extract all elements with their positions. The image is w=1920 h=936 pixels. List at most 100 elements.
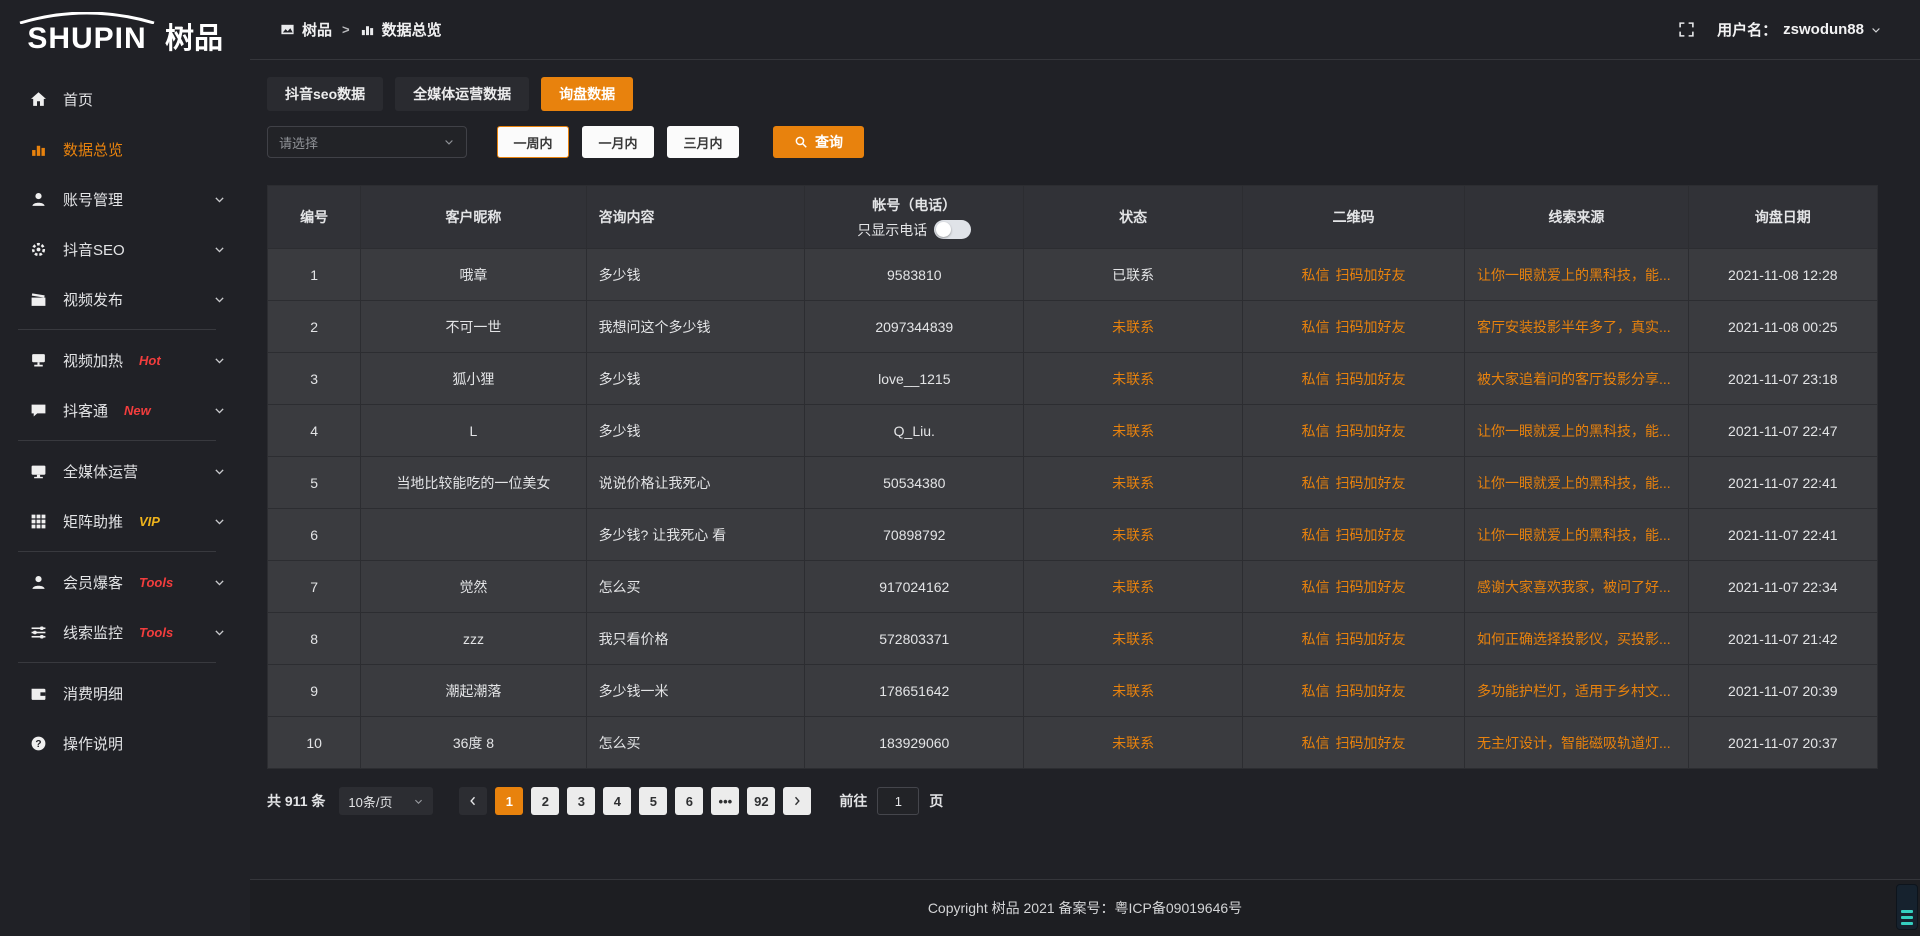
cell-source: 感谢大家喜欢我家，被问了好... bbox=[1465, 561, 1689, 612]
source-link[interactable]: 让你一眼就爱上的黑科技，能... bbox=[1477, 525, 1671, 545]
qr-scan-add-link[interactable]: 扫码加好友 bbox=[1336, 681, 1406, 701]
page-button-1[interactable]: 1 bbox=[495, 787, 523, 815]
phone-only-toggle[interactable] bbox=[934, 220, 971, 239]
sidebar-item-11[interactable]: 消费明细 bbox=[0, 668, 250, 718]
cell-account: 9583810 bbox=[805, 249, 1024, 300]
breadcrumb-item-1[interactable]: 数据总览 bbox=[360, 19, 442, 40]
cell-source: 让你一眼就爱上的黑科技，能... bbox=[1465, 249, 1689, 300]
sidebar-item-label: 抖客通 bbox=[63, 400, 108, 421]
pagination: 共 911 条10条/页123456•••92前往页 bbox=[267, 787, 1878, 815]
source-link[interactable]: 被大家追着问的客厅投影分享... bbox=[1477, 369, 1671, 389]
chart-icon bbox=[360, 22, 375, 37]
qr-scan-add-link[interactable]: 扫码加好友 bbox=[1336, 317, 1406, 337]
search-button-label: 查询 bbox=[815, 132, 843, 152]
sidebar-item-4[interactable]: 视频发布 bbox=[0, 274, 250, 324]
logo-shupin: SHUPIN bbox=[16, 12, 158, 54]
source-link[interactable]: 感谢大家喜欢我家，被问了好... bbox=[1477, 577, 1671, 597]
page-button-6[interactable]: 6 bbox=[675, 787, 703, 815]
cell-status: 未联系 bbox=[1024, 301, 1243, 352]
cell-source: 多功能护栏灯，适用于乡村文... bbox=[1465, 665, 1689, 716]
qr-private-msg-link[interactable]: 私信 bbox=[1302, 421, 1330, 441]
cell-source: 让你一眼就爱上的黑科技，能... bbox=[1465, 457, 1689, 508]
search-button[interactable]: 查询 bbox=[773, 126, 864, 158]
qr-scan-add-link[interactable]: 扫码加好友 bbox=[1336, 369, 1406, 389]
floating-widget[interactable] bbox=[1896, 884, 1918, 930]
user-menu[interactable]: 用户名： zswodun88 bbox=[1717, 19, 1882, 40]
qr-scan-add-link[interactable]: 扫码加好友 bbox=[1336, 265, 1406, 285]
sidebar-item-8[interactable]: 矩阵助推VIP bbox=[0, 496, 250, 546]
cell-source: 让你一眼就爱上的黑科技，能... bbox=[1465, 405, 1689, 456]
sidebar-item-7[interactable]: 全媒体运营 bbox=[0, 446, 250, 496]
breadcrumb-item-0[interactable]: 树品 bbox=[280, 19, 332, 40]
qr-private-msg-link[interactable]: 私信 bbox=[1302, 265, 1330, 285]
status-badge: 未联系 bbox=[1112, 525, 1154, 545]
logo[interactable]: SHUPIN 树品 bbox=[0, 0, 250, 58]
tab-1[interactable]: 全媒体运营数据 bbox=[395, 77, 529, 111]
qr-private-msg-link[interactable]: 私信 bbox=[1302, 317, 1330, 337]
cell-qrcode: 私信扫码加好友 bbox=[1243, 509, 1465, 560]
account-header-label: 帐号（电话） bbox=[872, 195, 956, 215]
photo-icon bbox=[280, 22, 295, 37]
page-button-92[interactable]: 92 bbox=[747, 787, 775, 815]
qr-scan-add-link[interactable]: 扫码加好友 bbox=[1336, 421, 1406, 441]
qr-private-msg-link[interactable]: 私信 bbox=[1302, 577, 1330, 597]
source-link[interactable]: 多功能护栏灯，适用于乡村文... bbox=[1477, 681, 1671, 701]
page-button-5[interactable]: 5 bbox=[639, 787, 667, 815]
cell-date: 2021-11-07 20:37 bbox=[1689, 717, 1877, 768]
cell-date: 2021-11-08 00:25 bbox=[1689, 301, 1877, 352]
qr-private-msg-link[interactable]: 私信 bbox=[1302, 733, 1330, 753]
period-button-1[interactable]: 一月内 bbox=[582, 126, 654, 158]
source-link[interactable]: 如何正确选择投影仪，买投影... bbox=[1477, 629, 1671, 649]
sidebar-item-0[interactable]: 首页 bbox=[0, 74, 250, 124]
period-button-0[interactable]: 一周内 bbox=[497, 126, 569, 158]
sidebar-item-10[interactable]: 线索监控Tools bbox=[0, 607, 250, 657]
goto-page-input[interactable] bbox=[877, 787, 919, 815]
cell-status: 未联系 bbox=[1024, 457, 1243, 508]
sidebar-item-1[interactable]: 数据总览 bbox=[0, 124, 250, 174]
page-button-2[interactable]: 2 bbox=[531, 787, 559, 815]
page-button-3[interactable]: 3 bbox=[567, 787, 595, 815]
cell-qrcode: 私信扫码加好友 bbox=[1243, 717, 1465, 768]
sidebar-item-12[interactable]: ?操作说明 bbox=[0, 718, 250, 768]
table-row: 3狐小狸多少钱love__1215未联系私信扫码加好友被大家追着问的客厅投影分享… bbox=[268, 352, 1877, 404]
qr-private-msg-link[interactable]: 私信 bbox=[1302, 369, 1330, 389]
cell-content: 怎么买 bbox=[587, 717, 806, 768]
cell-status: 未联系 bbox=[1024, 509, 1243, 560]
sidebar-item-2[interactable]: 账号管理 bbox=[0, 174, 250, 224]
source-link[interactable]: 无主灯设计，智能磁吸轨道灯... bbox=[1477, 733, 1671, 753]
source-link[interactable]: 让你一眼就爱上的黑科技，能... bbox=[1477, 473, 1671, 493]
source-link[interactable]: 让你一眼就爱上的黑科技，能... bbox=[1477, 421, 1671, 441]
sidebar-item-3[interactable]: 抖音SEO bbox=[0, 224, 250, 274]
page-button-4[interactable]: 4 bbox=[603, 787, 631, 815]
period-button-2[interactable]: 三月内 bbox=[667, 126, 739, 158]
page-size-select[interactable]: 10条/页 bbox=[339, 787, 433, 815]
cell-status: 未联系 bbox=[1024, 561, 1243, 612]
tab-0[interactable]: 抖音seo数据 bbox=[267, 77, 383, 111]
sidebar-item-9[interactable]: 会员爆客Tools bbox=[0, 557, 250, 607]
source-link[interactable]: 客厅安装投影半年多了，真实... bbox=[1477, 317, 1671, 337]
qr-scan-add-link[interactable]: 扫码加好友 bbox=[1336, 733, 1406, 753]
sidebar-item-5[interactable]: 视频加热Hot bbox=[0, 335, 250, 385]
status-badge: 未联系 bbox=[1112, 577, 1154, 597]
qr-scan-add-link[interactable]: 扫码加好友 bbox=[1336, 525, 1406, 545]
chevron-down-icon bbox=[213, 576, 226, 589]
cell-status: 未联系 bbox=[1024, 665, 1243, 716]
next-page-button[interactable] bbox=[783, 787, 811, 815]
fullscreen-icon[interactable] bbox=[1678, 21, 1695, 38]
page-button-•••[interactable]: ••• bbox=[711, 787, 739, 815]
filter-select[interactable]: 请选择 bbox=[267, 126, 467, 158]
qr-scan-add-link[interactable]: 扫码加好友 bbox=[1336, 577, 1406, 597]
prev-page-button[interactable] bbox=[459, 787, 487, 815]
tab-2[interactable]: 询盘数据 bbox=[541, 77, 633, 111]
source-link[interactable]: 让你一眼就爱上的黑科技，能... bbox=[1477, 265, 1671, 285]
qr-private-msg-link[interactable]: 私信 bbox=[1302, 473, 1330, 493]
qr-private-msg-link[interactable]: 私信 bbox=[1302, 525, 1330, 545]
qr-private-msg-link[interactable]: 私信 bbox=[1302, 629, 1330, 649]
qr-private-msg-link[interactable]: 私信 bbox=[1302, 681, 1330, 701]
cell-content: 多少钱? 让我死心 看 bbox=[587, 509, 806, 560]
chevron-down-icon bbox=[213, 193, 226, 206]
cell-status: 未联系 bbox=[1024, 405, 1243, 456]
qr-scan-add-link[interactable]: 扫码加好友 bbox=[1336, 473, 1406, 493]
sidebar-item-6[interactable]: 抖客通New bbox=[0, 385, 250, 435]
qr-scan-add-link[interactable]: 扫码加好友 bbox=[1336, 629, 1406, 649]
